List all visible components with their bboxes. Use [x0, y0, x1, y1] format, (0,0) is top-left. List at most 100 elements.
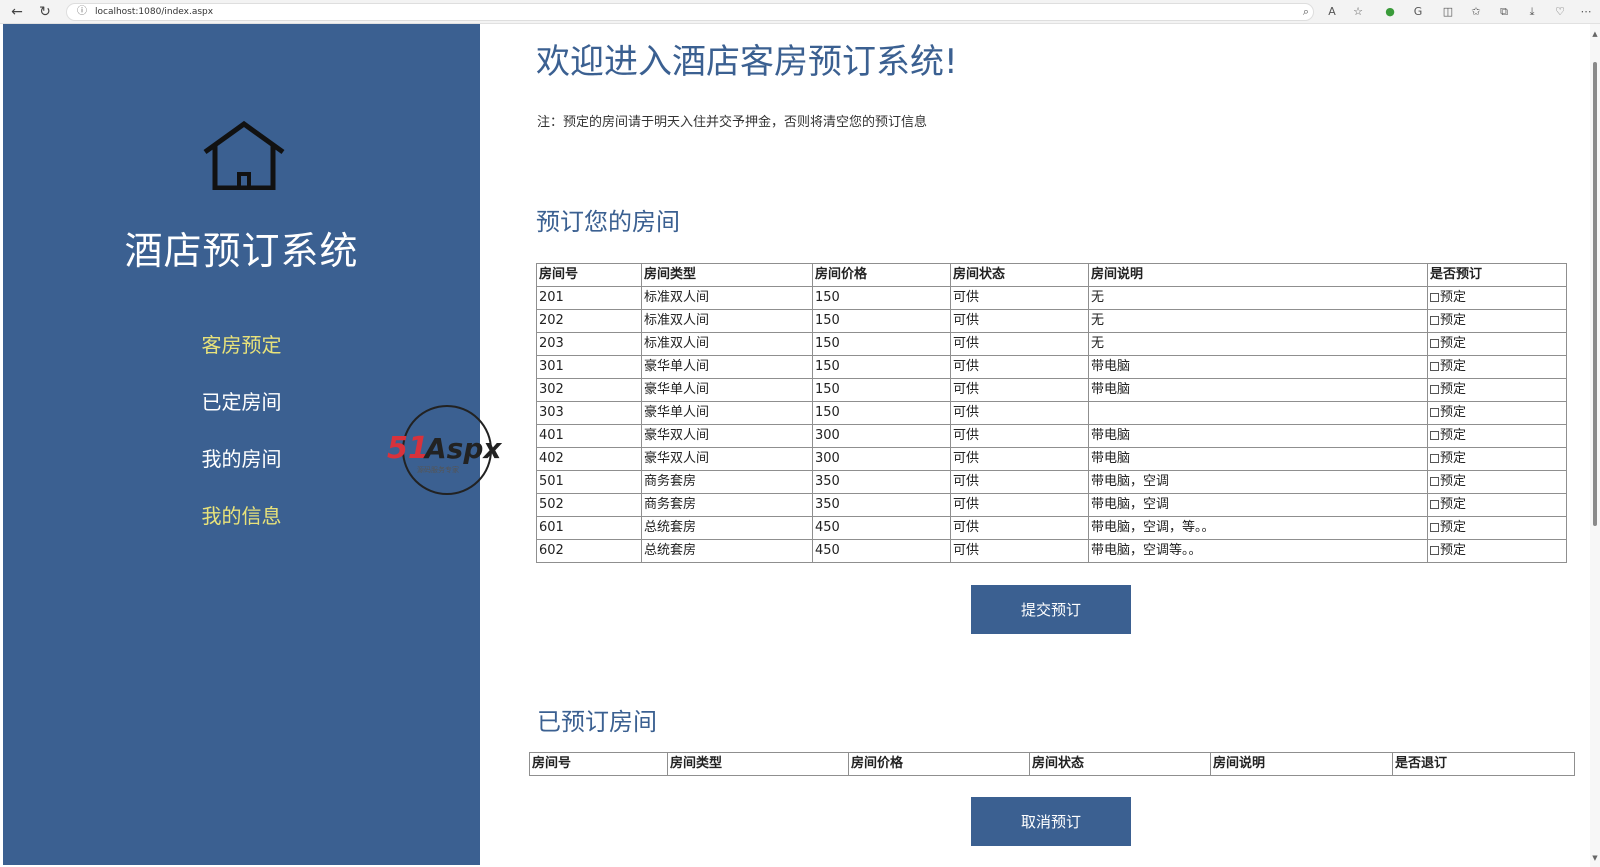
extension-heart-icon[interactable]: ♡: [1552, 4, 1568, 20]
table-cell: 豪华单人间: [641, 378, 813, 402]
table-cell: 502: [536, 493, 642, 517]
table-cell: 标准双人间: [641, 332, 813, 356]
table-cell: 商务套房: [641, 470, 813, 494]
menu-item-book-room[interactable]: 客房预定: [3, 329, 480, 358]
table-row: 202 标准双人间 150 可供无预定: [536, 309, 1567, 333]
refresh-icon[interactable]: ↻: [36, 3, 54, 21]
table-cell: 602: [536, 539, 642, 563]
reserve-checkbox-label: 预定: [1440, 405, 1467, 420]
table-row: 201 标准双人间 150 可供无预定: [536, 286, 1567, 310]
column-header: 房间说明: [1210, 752, 1393, 776]
reserve-checkbox-cell[interactable]: 预定: [1427, 332, 1567, 356]
table-row: 303 豪华单人间 150 可供 预定: [536, 401, 1567, 425]
reserve-checkbox-cell[interactable]: 预定: [1427, 424, 1567, 448]
read-aloud-icon[interactable]: A: [1324, 4, 1340, 20]
reserve-checkbox-cell[interactable]: 预定: [1427, 286, 1567, 310]
reserve-checkbox[interactable]: [1430, 546, 1439, 555]
table-row: 302 豪华单人间 150 可供 带电脑 预定: [536, 378, 1567, 402]
reserve-checkbox-label: 预定: [1440, 520, 1467, 535]
table-cell: 可供: [950, 539, 1089, 563]
table-cell: 标准双人间: [641, 286, 813, 310]
table-cell: 301: [536, 355, 642, 379]
book-section-title: 预订您的房间: [536, 208, 680, 236]
reserve-checkbox-label: 预定: [1440, 382, 1467, 397]
reserve-checkbox[interactable]: [1430, 523, 1439, 532]
booked-rooms-table: 房间号 房间类型 房间价格 房间状态 房间说明 是否退订: [529, 752, 1575, 776]
column-header: 是否预订: [1427, 263, 1567, 287]
booking-note: 注：预定的房间请于明天入住并交予押金，否则将清空您的预订信息: [537, 115, 928, 130]
table-cell: 150: [812, 401, 951, 425]
reserve-checkbox-cell[interactable]: 预定: [1427, 401, 1567, 425]
column-header: 房间号: [536, 263, 642, 287]
table-cell: 可供: [950, 378, 1089, 402]
scroll-thumb[interactable]: [1593, 62, 1597, 526]
address-bar[interactable]: ⓘ localhost:1080/index.aspx: [66, 3, 1314, 21]
collections-icon[interactable]: ⧉: [1496, 4, 1512, 20]
table-cell: 150: [812, 309, 951, 333]
reserve-checkbox[interactable]: [1430, 454, 1439, 463]
reserve-checkbox[interactable]: [1430, 431, 1439, 440]
reserve-checkbox[interactable]: [1430, 385, 1439, 394]
table-cell: 豪华单人间: [641, 355, 813, 379]
column-header: 是否退订: [1392, 752, 1575, 776]
reserve-checkbox-cell[interactable]: 预定: [1427, 539, 1567, 563]
reserve-checkbox-label: 预定: [1440, 428, 1467, 443]
table-row: 502 商务套房 350 可供 带电脑，空调 预定: [536, 493, 1567, 517]
submit-booking-button[interactable]: 提交预订: [971, 585, 1131, 634]
reserve-checkbox-cell[interactable]: 预定: [1427, 470, 1567, 494]
house-icon: [203, 120, 285, 190]
extension-g-icon[interactable]: G: [1410, 4, 1426, 20]
favorite-star-icon[interactable]: ☆: [1350, 4, 1366, 20]
table-cell: 300: [812, 424, 951, 448]
table-cell: 商务套房: [641, 493, 813, 517]
watermark-brand-aspx: Aspx: [423, 432, 502, 465]
reserve-checkbox[interactable]: [1430, 316, 1439, 325]
reserve-checkbox[interactable]: [1430, 477, 1439, 486]
table-cell: 203: [536, 332, 642, 356]
table-cell: 201: [536, 286, 642, 310]
table-cell: 可供: [950, 401, 1089, 425]
table-cell: 202: [536, 309, 642, 333]
table-cell: 带电脑，空调等。。: [1088, 539, 1428, 563]
reserve-checkbox-label: 预定: [1440, 474, 1467, 489]
table-cell: 150: [812, 378, 951, 402]
table-cell: 无: [1088, 286, 1428, 310]
download-icon[interactable]: ⤓: [1524, 4, 1540, 20]
reserve-checkbox-cell[interactable]: 预定: [1427, 378, 1567, 402]
table-cell: 无: [1088, 309, 1428, 333]
table-cell: 可供: [950, 355, 1089, 379]
favorites-list-icon[interactable]: ✩: [1468, 4, 1484, 20]
reserve-checkbox[interactable]: [1430, 362, 1439, 371]
reserve-checkbox[interactable]: [1430, 339, 1439, 348]
zoom-icon[interactable]: ⌕: [1298, 4, 1314, 20]
extension-green-icon[interactable]: ●: [1382, 4, 1398, 20]
reserve-checkbox[interactable]: [1430, 293, 1439, 302]
table-cell: 450: [812, 539, 951, 563]
scroll-down-icon[interactable]: ▼: [1591, 854, 1599, 862]
reserve-checkbox[interactable]: [1430, 500, 1439, 509]
reserve-checkbox[interactable]: [1430, 408, 1439, 417]
page-scrollbar[interactable]: ▲ ▼: [1590, 24, 1600, 867]
table-cell: 501: [536, 470, 642, 494]
reserve-checkbox-cell[interactable]: 预定: [1427, 355, 1567, 379]
table-cell: 402: [536, 447, 642, 471]
back-arrow-icon[interactable]: ←: [8, 3, 26, 21]
table-cell: 带电脑: [1088, 424, 1428, 448]
more-menu-icon[interactable]: ⋯: [1578, 4, 1594, 20]
column-header: 房间类型: [641, 263, 813, 287]
table-cell: 350: [812, 470, 951, 494]
info-icon[interactable]: ⓘ: [75, 5, 89, 19]
table-cell: 350: [812, 493, 951, 517]
reserve-checkbox-cell[interactable]: 预定: [1427, 309, 1567, 333]
cancel-booking-button[interactable]: 取消预订: [971, 797, 1131, 846]
table-cell: 可供: [950, 332, 1089, 356]
scroll-up-icon[interactable]: ▲: [1591, 30, 1599, 38]
split-screen-icon[interactable]: ◫: [1440, 4, 1456, 20]
table-cell: 601: [536, 516, 642, 540]
reserve-checkbox-cell[interactable]: 预定: [1427, 447, 1567, 471]
reserve-checkbox-cell[interactable]: 预定: [1427, 516, 1567, 540]
reserve-checkbox-cell[interactable]: 预定: [1427, 493, 1567, 517]
column-header: 房间类型: [667, 752, 849, 776]
menu-item-my-info[interactable]: 我的信息: [3, 500, 480, 529]
table-cell: 150: [812, 355, 951, 379]
